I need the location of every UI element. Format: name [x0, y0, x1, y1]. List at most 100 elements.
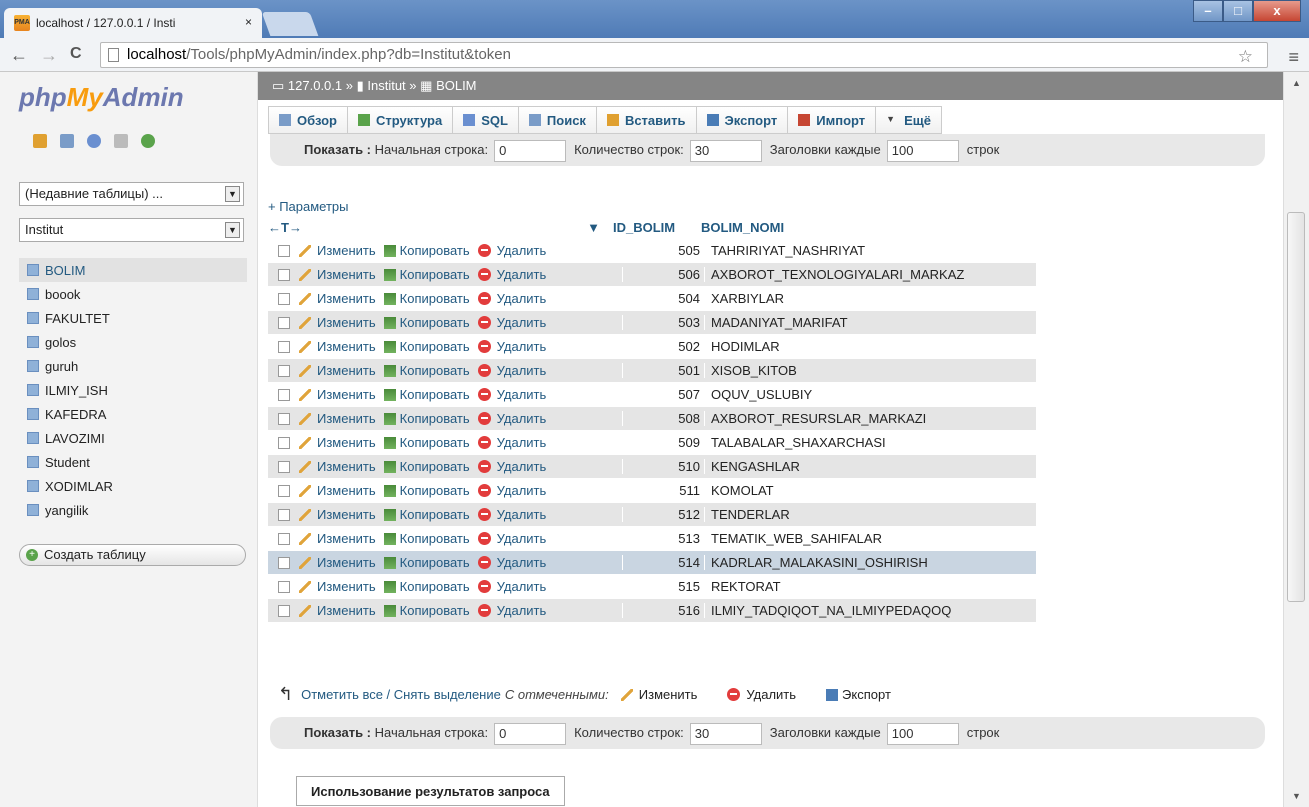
column-resize-arrows[interactable]: ←T→: [268, 220, 302, 235]
edit-link[interactable]: Изменить: [317, 387, 376, 402]
row-checkbox[interactable]: [278, 388, 290, 401]
sidebar-table-item[interactable]: KAFEDRA: [19, 402, 247, 426]
breadcrumb-server[interactable]: 127.0.0.1: [288, 78, 342, 93]
scroll-up-icon[interactable]: ▲: [1292, 78, 1301, 88]
row-checkbox[interactable]: [278, 364, 290, 377]
help-icon[interactable]: [87, 134, 101, 148]
row-count-input[interactable]: 30: [689, 139, 762, 162]
cell-bolim-nomi[interactable]: HODIMLAR: [704, 339, 1024, 354]
copy-link[interactable]: Копировать: [400, 267, 470, 282]
row-checkbox[interactable]: [278, 556, 290, 569]
headers-every-input[interactable]: 100: [886, 722, 959, 745]
sidebar-table-item[interactable]: XODIMLAR: [19, 474, 247, 498]
copy-link[interactable]: Копировать: [400, 579, 470, 594]
cell-bolim-nomi[interactable]: XARBIYLAR: [704, 291, 1024, 306]
logout-icon[interactable]: [60, 134, 74, 148]
cell-id-bolim[interactable]: 504: [622, 291, 704, 306]
row-checkbox[interactable]: [278, 580, 290, 593]
copy-link[interactable]: Копировать: [400, 483, 470, 498]
delete-link[interactable]: Удалить: [497, 267, 547, 282]
browser-menu-icon[interactable]: ≡: [1288, 45, 1299, 69]
cell-bolim-nomi[interactable]: TAHRIRIYAT_NASHRIYAT: [704, 243, 1024, 258]
delete-link[interactable]: Удалить: [497, 411, 547, 426]
cell-id-bolim[interactable]: 512: [622, 507, 704, 522]
cell-id-bolim[interactable]: 515: [622, 579, 704, 594]
edit-link[interactable]: Изменить: [317, 555, 376, 570]
cell-bolim-nomi[interactable]: KADRLAR_MALAKASINI_OSHIRISH: [704, 555, 1024, 570]
tab-5[interactable]: Экспорт: [696, 106, 789, 134]
cell-id-bolim[interactable]: 509: [622, 435, 704, 450]
copy-link[interactable]: Копировать: [400, 603, 470, 618]
delete-link[interactable]: Удалить: [497, 363, 547, 378]
sidebar-table-item[interactable]: ILMIY_ISH: [19, 378, 247, 402]
home-icon[interactable]: [33, 134, 47, 148]
edit-link[interactable]: Изменить: [317, 603, 376, 618]
column-bolim-nomi[interactable]: BOLIM_NOMI: [694, 219, 1014, 235]
copy-link[interactable]: Копировать: [400, 507, 470, 522]
delete-link[interactable]: Удалить: [497, 555, 547, 570]
cell-id-bolim[interactable]: 513: [622, 531, 704, 546]
row-checkbox[interactable]: [278, 268, 290, 281]
edit-link[interactable]: Изменить: [317, 579, 376, 594]
docs-icon[interactable]: [114, 134, 128, 148]
vertical-scrollbar[interactable]: ▲ ▼: [1283, 72, 1309, 807]
bulk-export-button[interactable]: Экспорт: [842, 687, 891, 702]
window-maximize-button[interactable]: □: [1223, 0, 1253, 22]
back-icon[interactable]: ←: [10, 45, 28, 66]
copy-link[interactable]: Копировать: [400, 435, 470, 450]
edit-link[interactable]: Изменить: [317, 243, 376, 258]
edit-link[interactable]: Изменить: [317, 267, 376, 282]
sidebar-table-item[interactable]: golos: [19, 330, 247, 354]
copy-link[interactable]: Копировать: [400, 555, 470, 570]
row-checkbox[interactable]: [278, 244, 290, 257]
forward-icon[interactable]: →: [40, 45, 58, 66]
cell-bolim-nomi[interactable]: OQUV_USLUBIY: [704, 387, 1024, 402]
tab-2[interactable]: SQL: [453, 106, 519, 134]
row-checkbox[interactable]: [278, 484, 290, 497]
url-input[interactable]: localhost/Tools/phpMyAdmin/index.php?db=…: [100, 42, 1299, 68]
cell-bolim-nomi[interactable]: KOMOLAT: [704, 483, 1024, 498]
database-select[interactable]: Institut ▼: [19, 218, 244, 242]
copy-link[interactable]: Копировать: [400, 411, 470, 426]
delete-link[interactable]: Удалить: [497, 435, 547, 450]
copy-link[interactable]: Копировать: [400, 387, 470, 402]
start-row-input[interactable]: 0: [494, 139, 567, 162]
edit-link[interactable]: Изменить: [317, 363, 376, 378]
cell-id-bolim[interactable]: 501: [622, 363, 704, 378]
scroll-down-icon[interactable]: ▼: [1292, 791, 1301, 801]
edit-link[interactable]: Изменить: [317, 435, 376, 450]
copy-link[interactable]: Копировать: [400, 291, 470, 306]
bulk-delete-button[interactable]: Удалить: [746, 687, 796, 702]
cell-id-bolim[interactable]: 514: [622, 555, 704, 570]
delete-link[interactable]: Удалить: [497, 483, 547, 498]
tab-6[interactable]: Импорт: [788, 106, 877, 134]
cell-id-bolim[interactable]: 508: [622, 411, 704, 426]
cell-bolim-nomi[interactable]: XISOB_KITOB: [704, 363, 1024, 378]
delete-link[interactable]: Удалить: [497, 459, 547, 474]
edit-link[interactable]: Изменить: [317, 459, 376, 474]
cell-bolim-nomi[interactable]: KENGASHLAR: [704, 459, 1024, 474]
copy-link[interactable]: Копировать: [400, 363, 470, 378]
row-checkbox[interactable]: [278, 292, 290, 305]
row-checkbox[interactable]: [278, 412, 290, 425]
sidebar-table-item[interactable]: Student: [19, 450, 247, 474]
row-checkbox[interactable]: [278, 508, 290, 521]
window-close-button[interactable]: x: [1253, 0, 1301, 22]
delete-link[interactable]: Удалить: [497, 579, 547, 594]
row-count-input[interactable]: 30: [689, 722, 762, 745]
sidebar-table-item[interactable]: guruh: [19, 354, 247, 378]
cell-id-bolim[interactable]: 502: [622, 339, 704, 354]
cell-bolim-nomi[interactable]: ILMIY_TADQIQOT_NA_ILMIYPEDAQOQ: [704, 603, 1024, 618]
sidebar-table-item[interactable]: FAKULTET: [19, 306, 247, 330]
tab-0[interactable]: Обзор: [268, 106, 348, 134]
check-all-link[interactable]: Отметить все / Снять выделение: [301, 687, 501, 702]
delete-link[interactable]: Удалить: [497, 339, 547, 354]
row-checkbox[interactable]: [278, 532, 290, 545]
create-table-button[interactable]: + Создать таблицу: [19, 544, 246, 566]
sidebar-table-item[interactable]: boook: [19, 282, 247, 306]
cell-bolim-nomi[interactable]: TALABALAR_SHAXARCHASI: [704, 435, 1024, 450]
cell-bolim-nomi[interactable]: AXBOROT_TEXNOLOGIYALARI_MARKAZ: [704, 267, 1024, 282]
sidebar-table-item[interactable]: LAVOZIMI: [19, 426, 247, 450]
new-tab-button[interactable]: [261, 12, 319, 36]
window-minimize-button[interactable]: –: [1193, 0, 1223, 22]
